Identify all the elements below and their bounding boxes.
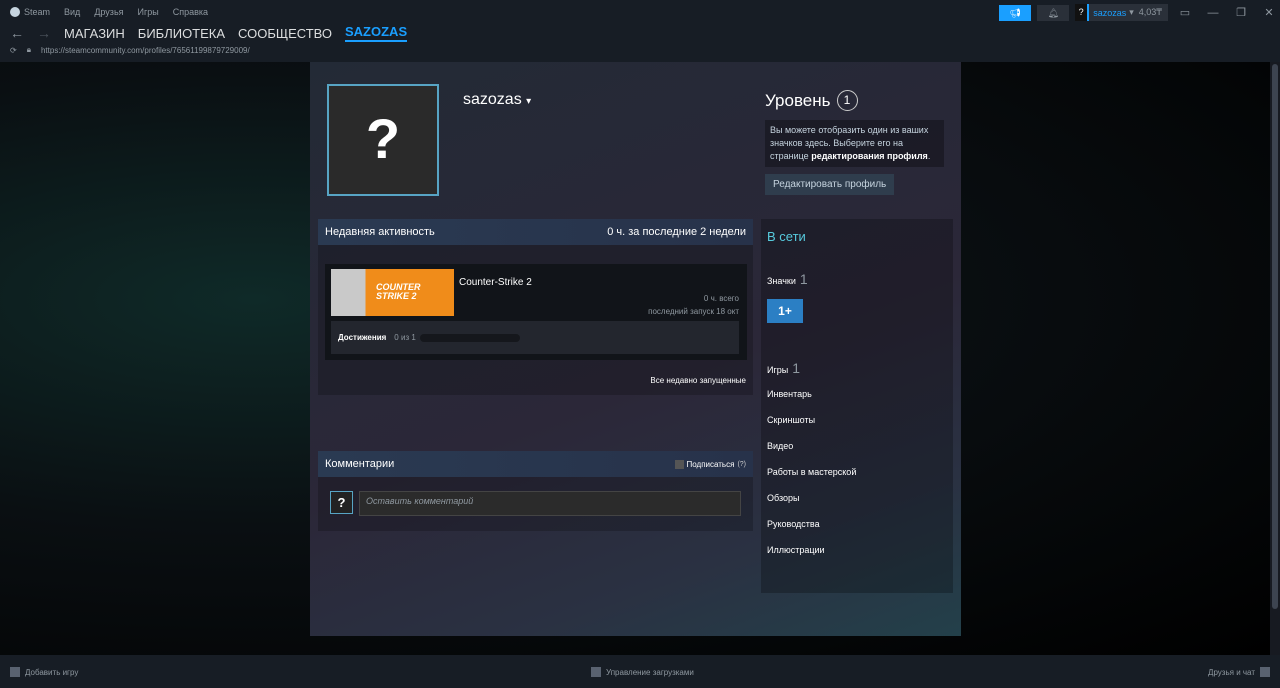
- level-badge: 1: [836, 90, 858, 111]
- sidebar-item-reviews[interactable]: Обзоры: [767, 493, 799, 503]
- username-text: sazozas: [463, 91, 522, 108]
- all-recent-link[interactable]: Все недавно запущенные: [650, 376, 746, 385]
- notifications-button[interactable]: 🔔︎: [1037, 4, 1070, 21]
- menu-help[interactable]: Справка: [173, 7, 208, 17]
- profile-avatar: ?: [327, 84, 439, 196]
- sidebar-item-screenshots[interactable]: Скриншоты: [767, 415, 815, 425]
- badge-info-end: .: [927, 151, 931, 161]
- badge-info: Вы можете отобразить один из ваших значк…: [765, 120, 944, 167]
- account-name: sazozas: [1093, 7, 1127, 18]
- comments-header: Комментарии Подписаться (?): [318, 451, 753, 477]
- announcements-button[interactable]: 📢︎: [999, 4, 1032, 21]
- games-count: 1: [792, 360, 801, 376]
- add-game-button[interactable]: Добавить игру: [10, 667, 78, 677]
- subscribe-label: Подписаться: [686, 459, 735, 469]
- minimize-icon[interactable]: —: [1202, 7, 1224, 19]
- achievements-row[interactable]: Достижения 0 из 1: [331, 321, 739, 354]
- restore-icon[interactable]: ❐: [1230, 6, 1252, 19]
- scrollbar[interactable]: [1272, 64, 1278, 609]
- menu-friends[interactable]: Друзья: [94, 7, 123, 17]
- badge-icon[interactable]: 1+: [767, 299, 803, 323]
- badges-label: Значки: [767, 276, 796, 286]
- steam-logo-icon: [10, 7, 20, 17]
- recent-activity: Недавняя активность 0 ч. за последние 2 н…: [318, 219, 753, 395]
- checkbox-icon: [674, 459, 684, 469]
- game-name[interactable]: Counter-Strike 2: [459, 277, 532, 288]
- tab-community[interactable]: СООБЩЕСТВО: [238, 26, 332, 41]
- menu-steam[interactable]: Steam: [10, 7, 50, 17]
- game-row: COUNTER STRIKE 2 Counter-Strike 2 0 ч. в…: [325, 264, 747, 360]
- tab-profile[interactable]: SAZOZAS: [345, 24, 408, 42]
- subscribe-checkbox[interactable]: Подписаться (?): [674, 459, 746, 469]
- nav-bar: ← → МАГАЗИН БИБЛИОТЕКА СООБЩЕСТВО SAZOZA…: [10, 24, 408, 42]
- comment-input[interactable]: Оставить комментарий: [359, 491, 741, 516]
- account-menu[interactable]: ? sazozas ▾ 4,03₸: [1075, 4, 1168, 21]
- online-status: В сети: [767, 229, 806, 244]
- reload-icon[interactable]: ⟳: [10, 46, 17, 55]
- url-text[interactable]: https://steamcommunity.com/profiles/7656…: [41, 46, 250, 55]
- downloads-button[interactable]: Управление загрузками: [591, 667, 694, 677]
- comments-section: Комментарии Подписаться (?) ? Оставить ко…: [318, 451, 753, 531]
- game-last-played: последний запуск 18 окт: [648, 307, 739, 316]
- profile-username[interactable]: sazozas ▾: [463, 91, 531, 109]
- back-arrow-icon[interactable]: ←: [10, 25, 24, 41]
- profile-sidebar: В сети Значки 1 1+ Игры 1 Инвентарь Скринш…: [761, 219, 953, 593]
- forward-arrow-icon[interactable]: →: [37, 25, 51, 41]
- caret-down-icon: ▾: [526, 96, 532, 107]
- friends-chat-button[interactable]: Друзья и чат: [1208, 667, 1270, 677]
- game-stats: 0 ч. всего последний запуск 18 окт: [648, 292, 739, 318]
- megaphone-icon: 📢︎: [1009, 7, 1021, 18]
- menu-games[interactable]: Игры: [138, 7, 159, 17]
- bell-icon: 🔔︎: [1047, 7, 1059, 18]
- edit-profile-button[interactable]: Редактировать профиль: [765, 174, 895, 195]
- chevron-down-icon: ▾: [1129, 7, 1134, 17]
- menu-bar: Steam Вид Друзья Игры Справка: [10, 7, 208, 17]
- sidebar-games[interactable]: Игры 1: [767, 360, 800, 376]
- games-label: Игры: [767, 365, 789, 375]
- profile-level: Уровень 1: [765, 90, 858, 111]
- game-capsule[interactable]: COUNTER STRIKE 2: [331, 269, 454, 316]
- friends-icon: [1260, 667, 1270, 677]
- wallet-balance: 4,03₸: [1138, 7, 1162, 17]
- comments-title: Комментарии: [325, 458, 395, 470]
- sidebar-item-workshop[interactable]: Работы в мастерской: [767, 467, 856, 477]
- sidebar-item-inventory[interactable]: Инвентарь: [767, 389, 812, 399]
- tab-store[interactable]: МАГАЗИН: [64, 26, 125, 41]
- sidebar-item-guides[interactable]: Руководства: [767, 519, 820, 529]
- downloads-label: Управление загрузками: [606, 667, 694, 677]
- edit-profile-link[interactable]: редактирования профиля: [811, 151, 928, 161]
- url-bar: ⟳ 🔒︎ https://steamcommunity.com/profiles…: [10, 45, 250, 55]
- help-icon[interactable]: (?): [737, 461, 746, 468]
- big-picture-icon[interactable]: ▭: [1174, 6, 1196, 19]
- menu-steam-label: Steam: [24, 7, 51, 17]
- achievements-progress-bar: [419, 333, 520, 342]
- account-avatar: ?: [1075, 4, 1090, 21]
- tab-library[interactable]: БИБЛИОТЕКА: [138, 26, 225, 41]
- lock-icon: 🔒︎: [26, 45, 31, 54]
- bottom-bar: Добавить игру Управление загрузками Друз…: [0, 655, 1280, 688]
- close-icon[interactable]: ✕: [1258, 6, 1280, 19]
- achievements-label: Достижения: [338, 333, 387, 342]
- level-label: Уровень: [765, 90, 831, 110]
- sidebar-item-videos[interactable]: Видео: [767, 441, 793, 451]
- add-game-label: Добавить игру: [25, 667, 79, 677]
- friends-chat-label: Друзья и чат: [1208, 667, 1255, 677]
- recent-activity-title: Недавняя активность: [325, 226, 435, 238]
- sidebar-badges[interactable]: Значки 1: [767, 271, 808, 287]
- achievements-value: 0 из 1: [394, 333, 416, 342]
- game-total-hours: 0 ч. всего: [703, 294, 739, 303]
- sidebar-item-artwork[interactable]: Иллюстрации: [767, 545, 825, 555]
- top-right-controls: 📢︎ 🔔︎ ? sazozas ▾ 4,03₸ ▭ — ❐ ✕: [999, 4, 1280, 21]
- menu-view[interactable]: Вид: [64, 7, 80, 17]
- titlebar: Steam Вид Друзья Игры Справка ← → МАГАЗИ…: [0, 0, 1280, 62]
- download-icon: [591, 667, 601, 677]
- recent-activity-header: Недавняя активность 0 ч. за последние 2 н…: [318, 219, 753, 245]
- profile-page: ? sazozas ▾ Уровень 1 Вы можете отобразит…: [310, 62, 961, 636]
- plus-icon: [10, 667, 20, 677]
- badges-count: 1: [799, 271, 808, 287]
- comment-avatar: ?: [330, 491, 353, 514]
- recent-activity-summary: 0 ч. за последние 2 недели: [607, 226, 746, 238]
